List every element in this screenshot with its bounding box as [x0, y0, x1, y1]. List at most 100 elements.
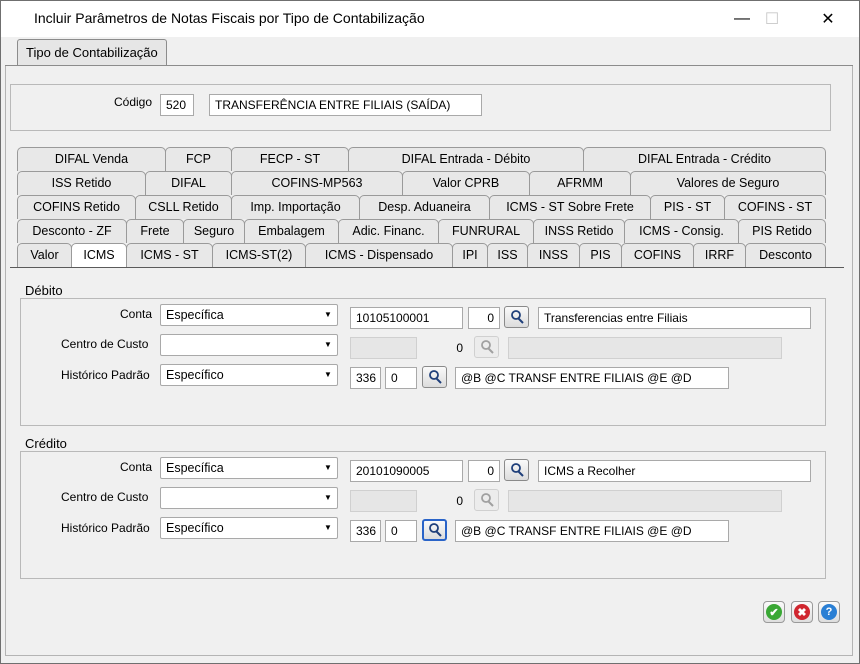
tab-difal-entrada-credito[interactable]: DIFAL Entrada - Crédito	[583, 147, 826, 171]
tab-inss[interactable]: INSS	[527, 243, 580, 267]
confirm-button[interactable]: ✔	[763, 601, 785, 623]
tab-valor-cprb[interactable]: Valor CPRB	[402, 171, 530, 195]
credito-cc-desc	[508, 490, 782, 512]
debito-cc-num: 0	[422, 337, 469, 359]
tab-valor[interactable]: Valor	[17, 243, 72, 267]
tab-afrmm[interactable]: AFRMM	[529, 171, 631, 195]
debito-group-title: Débito	[25, 283, 63, 298]
tab-icms-st-2[interactable]: ICMS-ST(2)	[212, 243, 306, 267]
tab-ipi[interactable]: IPI	[452, 243, 488, 267]
tab-cofins[interactable]: COFINS	[621, 243, 694, 267]
tab-pis-st[interactable]: PIS - ST	[650, 195, 725, 219]
credito-cc-code	[350, 490, 417, 512]
tab-desconto[interactable]: Desconto	[745, 243, 826, 267]
search-icon	[428, 370, 442, 384]
tab-difal[interactable]: DIFAL	[145, 171, 232, 195]
tab-adic-financ[interactable]: Adic. Financ.	[338, 219, 439, 243]
chevron-down-icon: ▼	[324, 493, 332, 502]
tab-difal-entrada-debito[interactable]: DIFAL Entrada - Débito	[348, 147, 584, 171]
title-bar: Incluir Parâmetros de Notas Fiscais por …	[1, 1, 859, 37]
tab-tipo-de-contabilizacao[interactable]: Tipo de Contabilização	[17, 39, 167, 66]
tab-frete[interactable]: Frete	[126, 219, 184, 243]
credito-group-title: Crédito	[25, 436, 67, 451]
debito-hist-code[interactable]: 336	[350, 367, 381, 389]
tab-irrf[interactable]: IRRF	[693, 243, 746, 267]
debito-hist-num[interactable]: 0	[385, 367, 417, 389]
debito-conta-select-value: Específica	[166, 308, 224, 322]
tab-pis-retido[interactable]: PIS Retido	[738, 219, 826, 243]
credito-conta-select[interactable]: Específica ▼	[160, 457, 338, 479]
dialog-window: Incluir Parâmetros de Notas Fiscais por …	[0, 0, 860, 664]
debito-conta-code[interactable]: 10105100001	[350, 307, 463, 329]
codigo-field[interactable]: 520	[160, 94, 194, 116]
debito-conta-label: Conta	[120, 307, 153, 321]
debito-conta-lookup-button[interactable]	[504, 306, 529, 328]
search-icon	[480, 340, 494, 354]
tab-csll-retido[interactable]: CSLL Retido	[135, 195, 232, 219]
tab-seguro[interactable]: Seguro	[183, 219, 245, 243]
chevron-down-icon: ▼	[324, 370, 332, 379]
tab-cofins-st[interactable]: COFINS - ST	[724, 195, 826, 219]
debito-cc-select[interactable]: ▼	[160, 334, 338, 356]
credito-hist-select-value: Específico	[166, 521, 224, 535]
search-icon	[510, 463, 524, 477]
close-button[interactable]: ✕	[805, 1, 851, 37]
tab-icms-dispensado[interactable]: ICMS - Dispensado	[305, 243, 453, 267]
tab-pis[interactable]: PIS	[579, 243, 622, 267]
help-button[interactable]: ?	[818, 601, 840, 623]
tab-desp-aduaneira[interactable]: Desp. Aduaneira	[359, 195, 490, 219]
credito-hist-select[interactable]: Específico ▼	[160, 517, 338, 539]
x-icon: ✖	[794, 604, 810, 620]
credito-hist-lookup-button[interactable]	[422, 519, 447, 541]
tab-cofins-mp563[interactable]: COFINS-MP563	[231, 171, 403, 195]
chevron-down-icon: ▼	[324, 523, 332, 532]
chevron-down-icon: ▼	[324, 310, 332, 319]
cancel-button[interactable]: ✖	[791, 601, 813, 623]
codigo-label: Código	[114, 95, 153, 109]
search-icon	[510, 310, 524, 324]
question-icon: ?	[821, 604, 837, 620]
tab-valores-de-seguro[interactable]: Valores de Seguro	[630, 171, 826, 195]
credito-hist-num[interactable]: 0	[385, 520, 417, 542]
debito-conta-desc[interactable]: Transferencias entre Filiais	[538, 307, 811, 329]
tab-imp-importacao[interactable]: Imp. Importação	[231, 195, 360, 219]
credito-conta-select-value: Específica	[166, 461, 224, 475]
descricao-field[interactable]: TRANSFERÊNCIA ENTRE FILIAIS (SAÍDA)	[209, 94, 482, 116]
tab-embalagem[interactable]: Embalagem	[244, 219, 339, 243]
tab-icms-consig[interactable]: ICMS - Consig.	[624, 219, 739, 243]
tab-cofins-retido[interactable]: COFINS Retido	[17, 195, 136, 219]
credito-conta-code[interactable]: 20101090005	[350, 460, 463, 482]
tab-desconto-zf[interactable]: Desconto - ZF	[17, 219, 127, 243]
credito-conta-desc[interactable]: ICMS a Recolher	[538, 460, 811, 482]
tab-icms[interactable]: ICMS	[71, 243, 127, 267]
debito-cc-label: Centro de Custo	[61, 337, 149, 351]
credito-cc-lookup-button	[474, 489, 499, 511]
tab-inss-retido[interactable]: INSS Retido	[533, 219, 625, 243]
debito-hist-desc[interactable]: @B @C TRANSF ENTRE FILIAIS @E @D	[455, 367, 729, 389]
debito-hist-select[interactable]: Específico ▼	[160, 364, 338, 386]
check-icon: ✔	[766, 604, 782, 620]
search-icon	[428, 523, 442, 537]
credito-hist-code[interactable]: 336	[350, 520, 381, 542]
credito-cc-select[interactable]: ▼	[160, 487, 338, 509]
tab-icms-st[interactable]: ICMS - ST	[126, 243, 213, 267]
credito-cc-num: 0	[422, 490, 469, 512]
tab-iss[interactable]: ISS	[487, 243, 528, 267]
tab-difal-venda[interactable]: DIFAL Venda	[17, 147, 166, 171]
debito-conta-select[interactable]: Específica ▼	[160, 304, 338, 326]
tab-icms-st-sobre-frete[interactable]: ICMS - ST Sobre Frete	[489, 195, 651, 219]
credito-cc-label: Centro de Custo	[61, 490, 149, 504]
tab-fcp[interactable]: FCP	[165, 147, 232, 171]
credito-conta-num[interactable]: 0	[468, 460, 500, 482]
credito-hist-desc[interactable]: @B @C TRANSF ENTRE FILIAIS @E @D	[455, 520, 729, 542]
inner-tab-divider	[10, 267, 844, 268]
tab-fecp-st[interactable]: FECP - ST	[231, 147, 349, 171]
debito-cc-code	[350, 337, 417, 359]
debito-conta-num[interactable]: 0	[468, 307, 500, 329]
debito-cc-desc	[508, 337, 782, 359]
window-title: Incluir Parâmetros de Notas Fiscais por …	[34, 10, 425, 26]
credito-conta-lookup-button[interactable]	[504, 459, 529, 481]
tab-funrural[interactable]: FUNRURAL	[438, 219, 534, 243]
debito-hist-lookup-button[interactable]	[422, 366, 447, 388]
tab-iss-retido[interactable]: ISS Retido	[17, 171, 146, 195]
